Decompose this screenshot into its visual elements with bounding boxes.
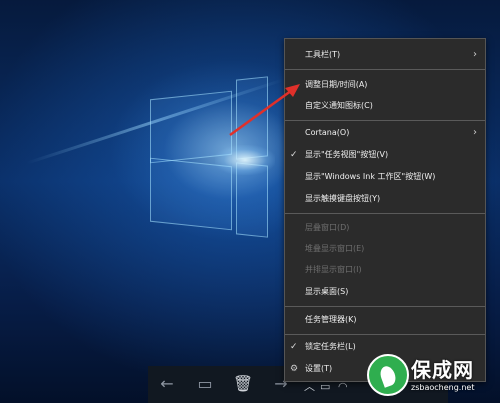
menu-item-label: 显示"Windows Ink 工作区"按钮(W) — [305, 172, 436, 181]
menu-item-label: 设置(T) — [305, 364, 333, 373]
menu-item-cascade-windows: 层叠窗口(D) — [285, 217, 485, 239]
menu-item-task-manager[interactable]: 任务管理器(K) — [285, 309, 485, 331]
menu-item-label: 自定义通知图标(C) — [305, 101, 373, 110]
menu-separator — [285, 120, 485, 121]
menu-separator — [285, 334, 485, 335]
menu-item-show-desktop[interactable]: 显示桌面(S) — [285, 281, 485, 303]
submenu-chevron-icon: › — [473, 49, 477, 60]
menu-item-show-task-view-button[interactable]: ✓ 显示"任务视图"按钮(V) — [285, 144, 485, 166]
menu-item-show-windows-ink-button[interactable]: 显示"Windows Ink 工作区"按钮(W) — [285, 166, 485, 188]
menu-item-label: 显示触摸键盘按钮(Y) — [305, 194, 381, 203]
checkmark-icon: ✓ — [290, 342, 298, 352]
menu-item-stack-windows: 堆叠显示窗口(E) — [285, 238, 485, 260]
back-arrow-icon[interactable]: ← — [154, 372, 180, 396]
menu-separator — [285, 213, 485, 214]
checkmark-icon: ✓ — [290, 150, 298, 160]
battery-icon[interactable]: ▭ — [320, 380, 330, 394]
menu-item-adjust-date-time[interactable]: 调整日期/时间(A) — [285, 74, 485, 96]
menu-item-label: 锁定任务栏(L) — [305, 342, 356, 351]
menu-item-side-by-side-windows: 并排显示窗口(I) — [285, 259, 485, 281]
submenu-chevron-icon: › — [473, 127, 477, 138]
menu-item-label: Cortana(O) — [305, 128, 350, 137]
menu-item-show-touch-keyboard-button[interactable]: 显示触摸键盘按钮(Y) — [285, 188, 485, 210]
menu-item-customize-notification-icons[interactable]: 自定义通知图标(C) — [285, 95, 485, 117]
gear-icon: ⚙ — [290, 364, 299, 374]
menu-item-cortana[interactable]: Cortana(O) › — [285, 122, 485, 144]
wifi-icon[interactable]: ◠ — [338, 380, 348, 394]
watermark-logo-icon — [367, 354, 409, 396]
menu-separator — [285, 306, 485, 307]
menu-item-toolbars[interactable]: 工具栏(T) › — [285, 44, 485, 66]
menu-item-label: 任务管理器(K) — [305, 315, 357, 324]
menu-item-label: 显示桌面(S) — [305, 287, 349, 296]
note-icon[interactable]: ▭ — [192, 372, 218, 396]
menu-item-label: 调整日期/时间(A) — [305, 80, 368, 89]
watermark-brand: 保成网 — [411, 358, 474, 382]
logo-glow — [215, 145, 275, 175]
menu-item-label: 并排显示窗口(I) — [305, 265, 362, 274]
show-hidden-icons-icon[interactable]: ︿ — [304, 380, 315, 394]
menu-item-label: 工具栏(T) — [305, 50, 341, 59]
menu-item-label: 层叠窗口(D) — [305, 223, 350, 232]
menu-item-label: 显示"任务视图"按钮(V) — [305, 150, 389, 159]
trash-icon[interactable]: 🗑 — [230, 372, 256, 396]
menu-separator — [285, 69, 485, 70]
taskbar-context-menu: 工具栏(T) › 调整日期/时间(A) 自定义通知图标(C) Cortana(O… — [284, 38, 486, 382]
watermark-url: zsbaocheng.net — [411, 383, 475, 392]
menu-item-label: 堆叠显示窗口(E) — [305, 244, 365, 253]
watermark: 保成网 zsbaocheng.net — [365, 348, 500, 403]
